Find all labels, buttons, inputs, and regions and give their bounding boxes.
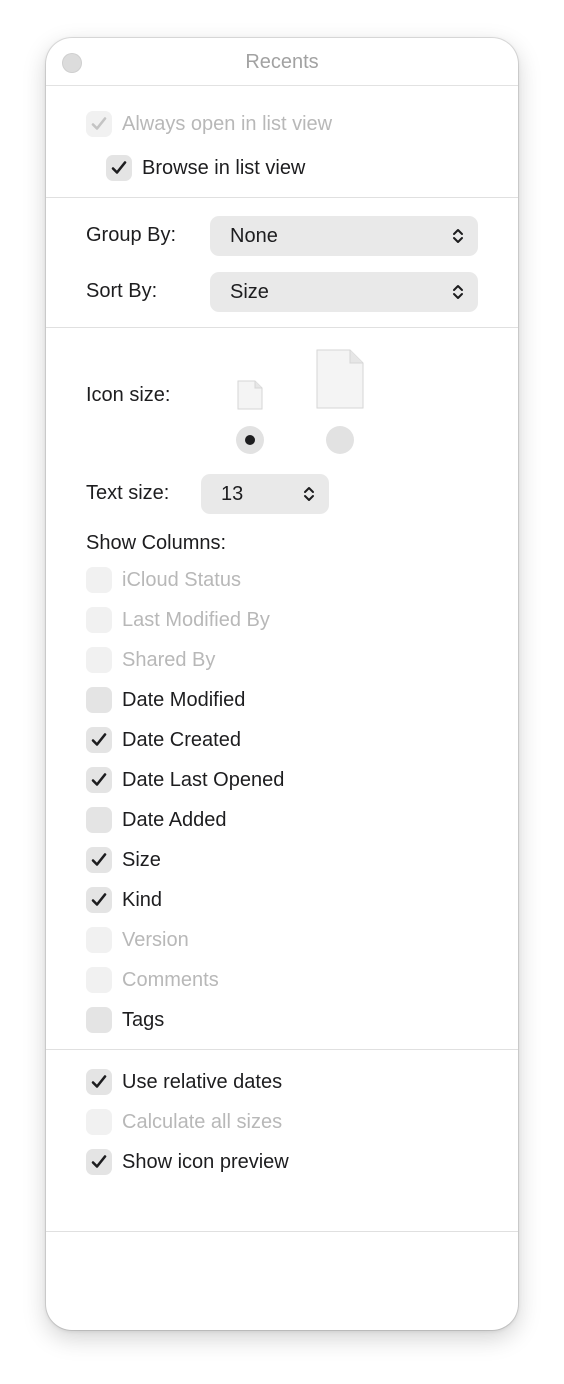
checkmark-icon xyxy=(91,733,107,746)
large-document-icon xyxy=(316,349,364,409)
shared-by-checkbox xyxy=(86,647,112,673)
checkbox-row-size[interactable]: Size xyxy=(86,845,161,875)
checkbox-row-date-modified[interactable]: Date Modified xyxy=(86,685,245,715)
chevron-updown-icon xyxy=(453,285,463,299)
checkbox-row-date-last-opened[interactable]: Date Last Opened xyxy=(86,765,284,795)
chevron-updown-icon xyxy=(453,229,463,243)
size-label: Size xyxy=(122,848,161,871)
date-created-checkbox[interactable] xyxy=(86,727,112,753)
shared-by-label: Shared By xyxy=(122,648,216,671)
checkbox-row-browse-in-list-view[interactable]: Browse in list view xyxy=(106,153,305,183)
calculate-all-sizes-checkbox xyxy=(86,1109,112,1135)
use-relative-dates-label: Use relative dates xyxy=(122,1070,283,1093)
checkmark-icon xyxy=(91,117,107,130)
view-options-window: Recents Always open in list view Browse i… xyxy=(46,38,518,1330)
checkmark-icon xyxy=(91,893,107,906)
last-modified-by-label: Last Modified By xyxy=(122,608,270,631)
icon-size-small-radio[interactable] xyxy=(236,426,264,454)
checkmark-icon xyxy=(111,161,127,174)
always-open-in-list-view-checkbox xyxy=(86,111,112,137)
group-by-popup[interactable]: None xyxy=(210,216,478,256)
checkbox-row-use-relative-dates[interactable]: Use relative dates xyxy=(86,1067,282,1097)
title-bar: Recents xyxy=(46,38,518,86)
icon-size-large-radio[interactable] xyxy=(326,426,354,454)
checkbox-row-tags[interactable]: Tags xyxy=(86,1005,164,1035)
divider xyxy=(46,327,518,328)
version-label: Version xyxy=(122,928,189,951)
group-by-value: None xyxy=(230,224,278,247)
calculate-all-sizes-label: Calculate all sizes xyxy=(122,1110,283,1133)
divider xyxy=(46,1049,518,1050)
icon-size-label: Icon size: xyxy=(86,384,171,406)
checkbox-row-last-modified-by: Last Modified By xyxy=(86,605,270,635)
text-size-label: Text size: xyxy=(86,482,170,504)
text-size-value: 13 xyxy=(221,482,244,505)
date-last-opened-checkbox[interactable] xyxy=(86,767,112,793)
checkbox-row-icloud-status: iCloud Status xyxy=(86,565,241,595)
browse-in-list-view-label: Browse in list view xyxy=(142,156,306,179)
kind-checkbox[interactable] xyxy=(86,887,112,913)
group-by-label: Group By: xyxy=(86,224,177,246)
small-document-icon xyxy=(237,380,263,410)
date-created-label: Date Created xyxy=(122,728,241,751)
date-added-checkbox[interactable] xyxy=(86,807,112,833)
checkbox-row-shared-by: Shared By xyxy=(86,645,215,675)
divider xyxy=(46,197,518,198)
kind-label: Kind xyxy=(122,888,163,911)
divider xyxy=(46,1231,518,1232)
checkmark-icon xyxy=(91,1075,107,1088)
checkbox-row-date-created[interactable]: Date Created xyxy=(86,725,241,755)
checkbox-row-kind[interactable]: Kind xyxy=(86,885,162,915)
date-added-label: Date Added xyxy=(122,808,227,831)
checkbox-row-always-open-in-list-view: Always open in list view xyxy=(86,109,332,139)
text-size-popup[interactable]: 13 xyxy=(201,474,329,514)
version-checkbox xyxy=(86,927,112,953)
size-checkbox[interactable] xyxy=(86,847,112,873)
use-relative-dates-checkbox[interactable] xyxy=(86,1069,112,1095)
checkbox-row-date-added[interactable]: Date Added xyxy=(86,805,227,835)
radio-dot xyxy=(245,435,255,445)
checkbox-row-show-icon-preview[interactable]: Show icon preview xyxy=(86,1147,289,1177)
checkbox-row-version: Version xyxy=(86,925,189,955)
show-icon-preview-checkbox[interactable] xyxy=(86,1149,112,1175)
checkbox-row-calculate-all-sizes: Calculate all sizes xyxy=(86,1107,282,1137)
icloud-status-label: iCloud Status xyxy=(122,568,241,591)
date-last-opened-label: Date Last Opened xyxy=(122,768,285,791)
sort-by-popup[interactable]: Size xyxy=(210,272,478,312)
comments-checkbox xyxy=(86,967,112,993)
tags-label: Tags xyxy=(122,1008,165,1031)
show-columns-label: Show Columns: xyxy=(86,532,227,554)
sort-by-value: Size xyxy=(230,280,269,303)
tags-checkbox[interactable] xyxy=(86,1007,112,1033)
date-modified-checkbox[interactable] xyxy=(86,687,112,713)
checkmark-icon xyxy=(91,1155,107,1168)
date-modified-label: Date Modified xyxy=(122,688,246,711)
always-open-in-list-view-label: Always open in list view xyxy=(122,112,333,135)
checkbox-row-comments: Comments xyxy=(86,965,219,995)
checkmark-icon xyxy=(91,773,107,786)
chevron-updown-icon xyxy=(304,487,314,501)
browse-in-list-view-checkbox[interactable] xyxy=(106,155,132,181)
checkmark-icon xyxy=(91,853,107,866)
icloud-status-checkbox xyxy=(86,567,112,593)
sort-by-label: Sort By: xyxy=(86,280,158,302)
last-modified-by-checkbox xyxy=(86,607,112,633)
comments-label: Comments xyxy=(122,968,219,991)
show-icon-preview-label: Show icon preview xyxy=(122,1150,289,1173)
window-title: Recents xyxy=(245,51,319,73)
